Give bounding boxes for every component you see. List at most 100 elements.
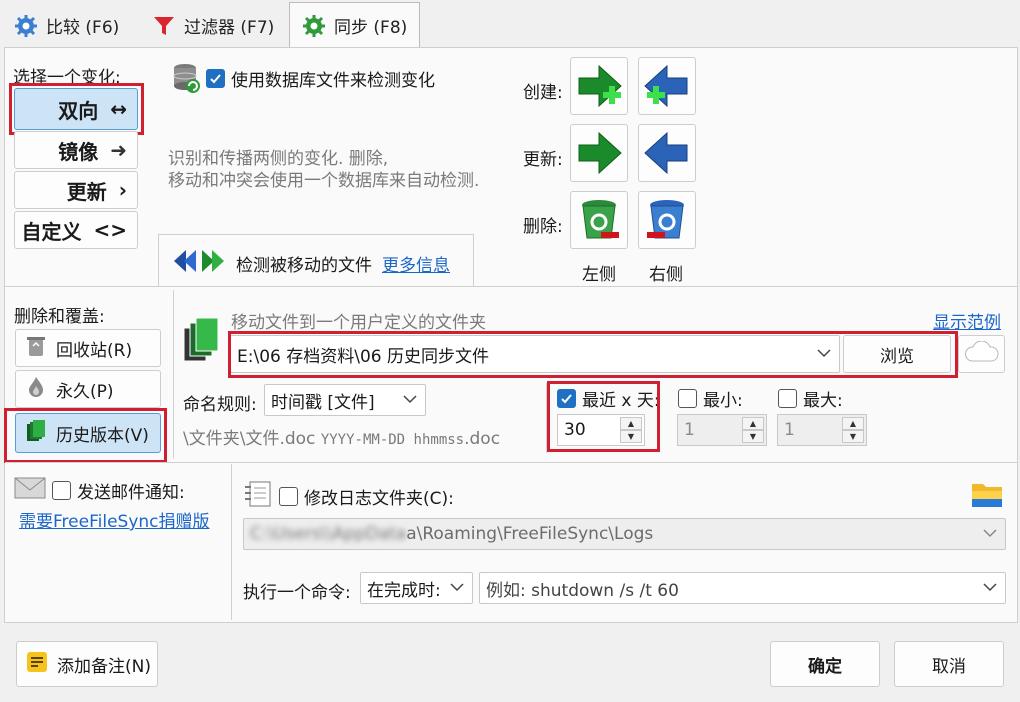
log-label: 修改日志文件夹(C): <box>304 489 454 509</box>
version-folder-value: E:\06 存档资料\06 历史同步文件 <box>237 346 489 367</box>
divider-deletion <box>173 290 174 458</box>
naming-example-suffix: .doc <box>464 429 501 449</box>
naming-select[interactable]: 时间戳 [文件] <box>264 384 426 416</box>
right-side-label: 右侧 <box>649 265 683 285</box>
naming-value: 时间戳 [文件] <box>271 392 375 413</box>
last-x-days-checkbox[interactable] <box>557 389 576 408</box>
naming-example-mono: YYYY-MM-DD hhmmss <box>320 432 465 448</box>
arrow-right-icon: ➜ <box>110 138 127 162</box>
min-spinner[interactable]: 1 ▲ ▼ <box>677 414 767 446</box>
cloud-icon <box>964 340 1000 368</box>
funnel-icon <box>152 14 176 38</box>
browse-button[interactable]: 浏览 <box>843 335 951 373</box>
blue-arrow-plus-icon <box>644 64 688 108</box>
versioning-label: 历史版本(V) <box>56 425 149 446</box>
log-checkbox[interactable] <box>279 487 298 506</box>
spin-up-icon[interactable]: ▲ <box>842 417 864 430</box>
browse-label: 浏览 <box>880 346 914 367</box>
tab-filter-label: 过滤器 (F7) <box>184 18 275 38</box>
create-left-button[interactable] <box>570 57 628 115</box>
min-value: 1 <box>684 420 695 440</box>
moved-files-row: 检测被移动的文件 更多信息 <box>172 248 450 279</box>
max-checkbox[interactable] <box>778 389 797 408</box>
command-input[interactable]: 例如: shutdown /s /t 60 <box>479 572 1006 604</box>
delete-right-button[interactable] <box>638 191 696 249</box>
envelope-icon <box>14 476 46 505</box>
db-checkbox[interactable] <box>206 69 225 88</box>
divider-limits <box>546 383 547 453</box>
last-x-days-label: 最近 x 天: <box>582 391 660 411</box>
tab-filter[interactable]: 过滤器 (F7) <box>140 4 286 47</box>
variant-two-way-label: 双向 <box>58 98 99 123</box>
update-right-button[interactable] <box>638 124 696 182</box>
create-label: 创建: <box>523 83 563 103</box>
email-label: 发送邮件通知: <box>77 483 185 503</box>
delete-label: 删除: <box>523 217 563 237</box>
spin-down-icon[interactable]: ▼ <box>620 430 642 443</box>
green-bin-minus-icon <box>582 200 619 239</box>
update-left-button[interactable] <box>570 124 628 182</box>
variant-mirror-button[interactable]: 镜像 ➜ <box>14 131 138 169</box>
min-label: 最小: <box>703 391 743 411</box>
blue-arrow-icon <box>644 131 688 175</box>
email-checkbox[interactable] <box>52 481 71 500</box>
log-path-value: \Roaming\FreeFileSync\Logs <box>416 524 654 544</box>
permanent-label: 永久(P) <box>56 381 114 402</box>
min-checkbox[interactable] <box>678 389 697 408</box>
versioning-button[interactable]: 历史版本(V) <box>15 413 161 453</box>
add-note-button[interactable]: 添加备注(N) <box>16 641 158 687</box>
variant-custom-button[interactable]: 自定义 <> <box>14 211 138 249</box>
permanent-button[interactable]: 永久(P) <box>15 370 161 408</box>
more-info-link[interactable]: 更多信息 <box>382 251 450 276</box>
recycle-bin-button[interactable]: 回收站(R) <box>15 329 161 367</box>
command-when-value: 在完成时: <box>367 580 441 601</box>
spin-down-icon[interactable]: ▼ <box>842 430 864 443</box>
show-example-link[interactable]: 显示范例 <box>933 308 1001 333</box>
tab-sync[interactable]: 同步 (F8) <box>289 2 421 48</box>
angle-brackets-icon: <> <box>93 218 127 242</box>
log-path-input[interactable]: C:\Users\ \AppData a \Roaming\FreeFileSync\… <box>243 518 1006 550</box>
chevron-down-icon <box>983 577 997 597</box>
log-list-icon <box>244 480 272 513</box>
divider-email <box>231 464 232 620</box>
chevron-right-icon: › <box>118 178 127 202</box>
db-check-row: 使用数据库文件来检测变化 <box>206 66 435 91</box>
db-check-label: 使用数据库文件来检测变化 <box>231 71 435 91</box>
folder-icon[interactable] <box>970 478 1004 515</box>
min-row: 最小: <box>678 386 743 411</box>
variant-update-button[interactable]: 更新 › <box>14 171 138 209</box>
variant-two-way-button[interactable]: 双向 ↔ <box>14 88 138 130</box>
gear-green-icon <box>302 14 326 38</box>
cloud-button[interactable] <box>958 335 1005 373</box>
sticky-note-icon <box>25 650 49 679</box>
log-path-mid: a <box>406 524 417 544</box>
max-spinner[interactable]: 1 ▲ ▼ <box>777 414 867 446</box>
version-folder-input[interactable]: E:\06 存档资料\06 历史同步文件 <box>230 335 840 373</box>
moved-files-label: 检测被移动的文件 <box>236 256 372 276</box>
tab-compare[interactable]: 比较 (F6) <box>2 4 131 47</box>
log-row: 修改日志文件夹(C): <box>279 484 454 509</box>
gear-blue-icon <box>14 14 38 38</box>
last-x-days-spinner[interactable]: 30 ▲ ▼ <box>557 414 645 446</box>
cancel-button[interactable]: 取消 <box>894 641 1004 687</box>
command-when-select[interactable]: 在完成时: <box>360 572 473 604</box>
tab-sync-label: 同步 (F8) <box>334 18 408 38</box>
recycle-bin-label: 回收站(R) <box>56 340 133 361</box>
chevron-down-icon <box>817 343 831 363</box>
create-right-button[interactable] <box>638 57 696 115</box>
deletion-title: 删除和覆盖: <box>14 307 105 327</box>
cancel-label: 取消 <box>932 656 966 677</box>
max-value: 1 <box>784 420 795 440</box>
variant-update-label: 更新 <box>66 179 107 204</box>
email-row: 发送邮件通知: <box>52 478 185 503</box>
versioning-hint: 移动文件到一个用户定义的文件夹 <box>231 313 486 333</box>
spin-up-icon[interactable]: ▲ <box>620 417 642 430</box>
flame-icon <box>26 376 46 403</box>
versions-icon <box>26 419 46 448</box>
update-label: 更新: <box>523 150 563 170</box>
delete-left-button[interactable] <box>570 191 628 249</box>
donation-link[interactable]: 需要FreeFileSync捐赠版 <box>19 507 210 532</box>
spin-up-icon[interactable]: ▲ <box>742 417 764 430</box>
ok-button[interactable]: 确定 <box>770 641 880 687</box>
spin-down-icon[interactable]: ▼ <box>742 430 764 443</box>
